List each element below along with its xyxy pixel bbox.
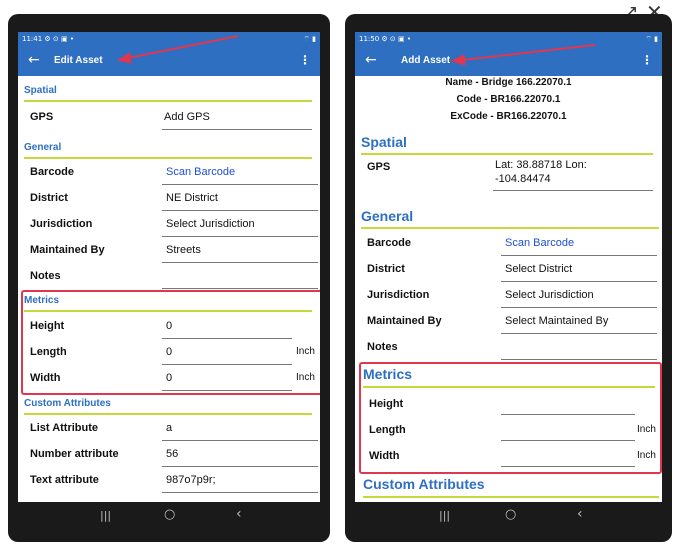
annotation-arrows: [116, 35, 596, 66]
annotation-arrow-right: [450, 44, 596, 66]
annotation-arrow-left: [116, 35, 239, 64]
